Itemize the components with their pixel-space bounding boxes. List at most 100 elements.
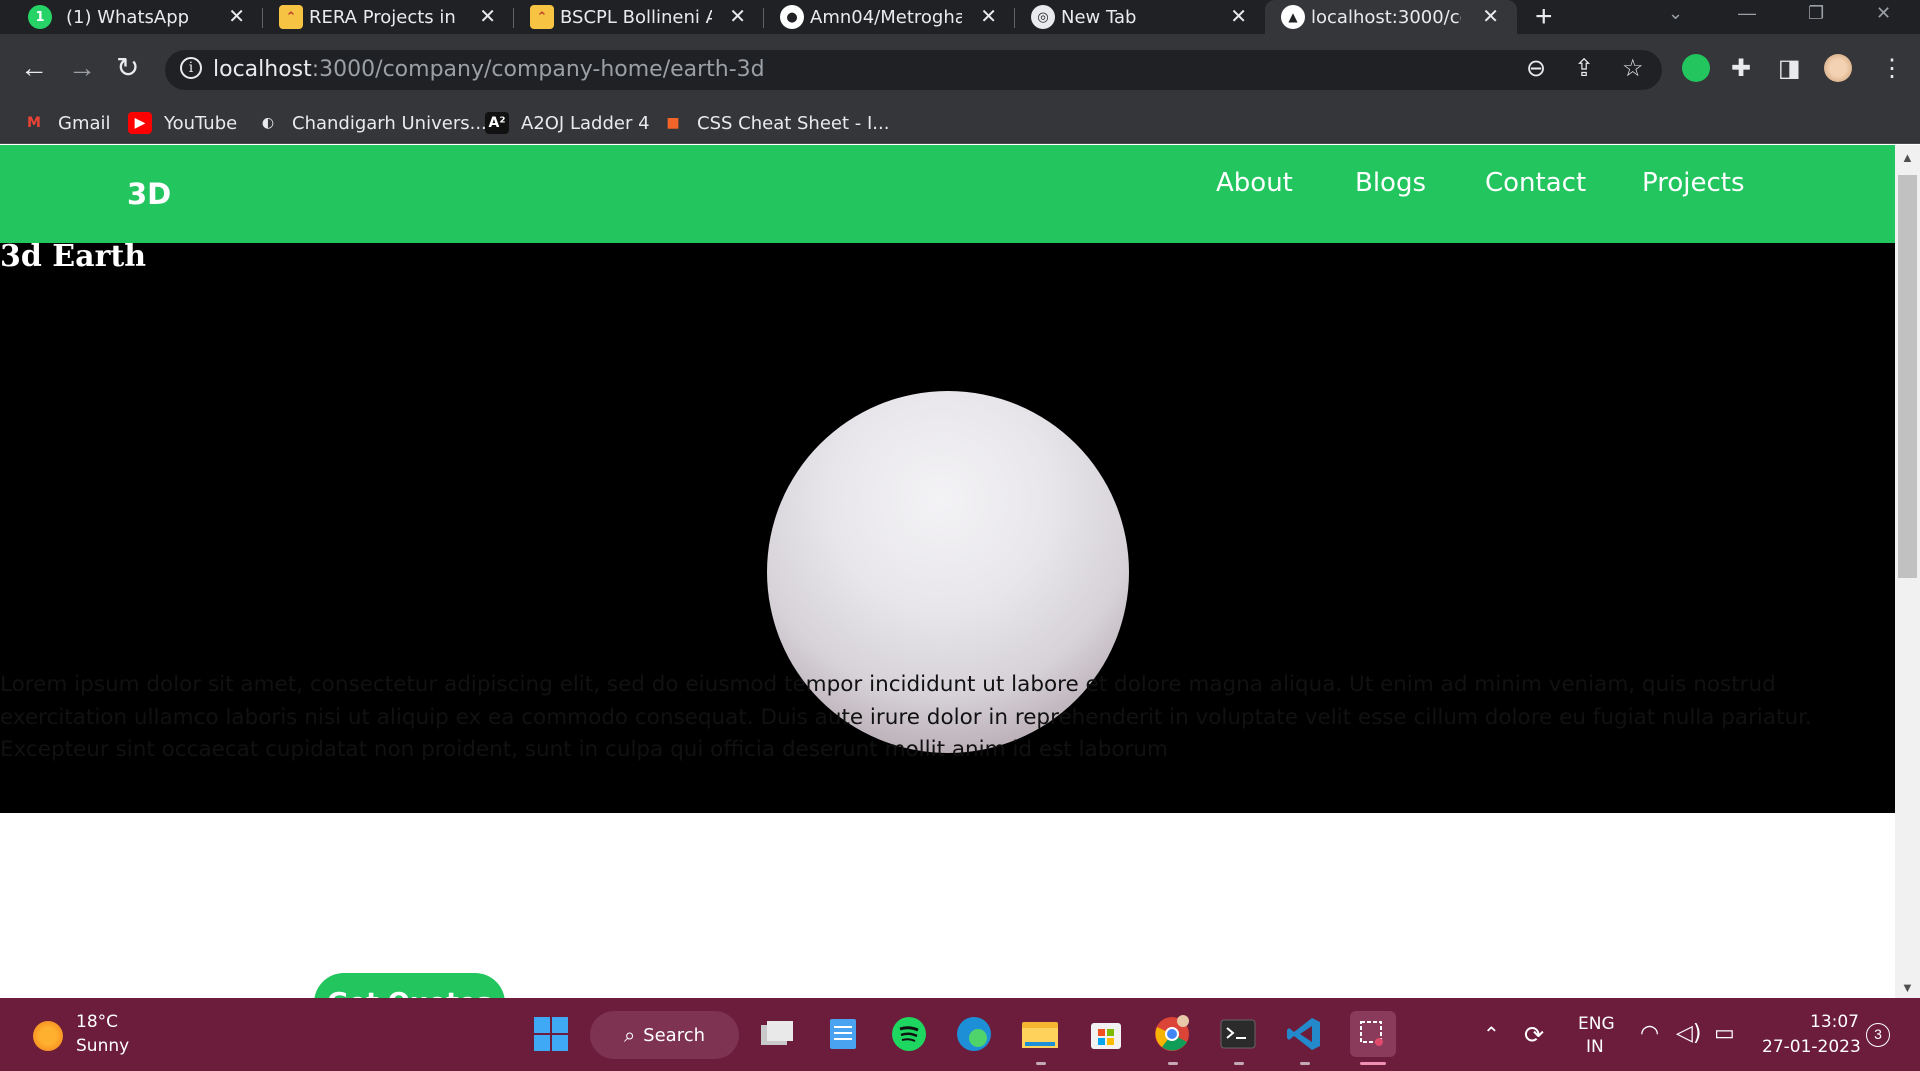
chrome-taskbar-icon[interactable]: [1152, 1014, 1192, 1054]
rera-icon: ⌃: [279, 5, 303, 29]
bookmark-label: YouTube: [164, 112, 238, 134]
close-window-icon[interactable]: ✕: [1876, 0, 1891, 26]
bookmark-css[interactable]: ■ CSS Cheat Sheet - I...: [661, 112, 889, 134]
profile-avatar[interactable]: [1824, 54, 1852, 82]
file-explorer-icon[interactable]: [1020, 1014, 1060, 1054]
get-quotes-button[interactable]: Get Quotes: [314, 973, 505, 998]
bookmark-chandigarh[interactable]: ◐ Chandigarh Univers...: [256, 112, 487, 134]
nav-about[interactable]: About: [1216, 168, 1293, 198]
page-viewport: 3D About Blogs Contact Projects 3d Earth…: [0, 145, 1895, 998]
url-path: :3000/company/company-home/earth-3d: [311, 57, 765, 82]
site-logo[interactable]: 3D: [127, 177, 171, 211]
volume-icon[interactable]: ◁): [1676, 1021, 1702, 1046]
tab-strip: 1 (1) WhatsApp ✕ ⌃ RERA Projects in Ba ✕…: [0, 0, 1920, 34]
weather-desc[interactable]: Sunny: [76, 1036, 129, 1056]
weather-temp[interactable]: 18°C: [76, 1012, 118, 1032]
back-icon[interactable]: ←: [20, 52, 48, 84]
body-text: Lorem ipsum dolor sit amet, consectetur …: [0, 672, 1812, 762]
store-icon[interactable]: [1086, 1014, 1126, 1054]
share-icon[interactable]: ⇪: [1574, 56, 1594, 82]
youtube-icon: ▶: [128, 112, 152, 134]
bookmark-gmail[interactable]: M Gmail: [22, 112, 110, 134]
close-tab-icon[interactable]: ✕: [729, 4, 746, 28]
running-indicator: [1300, 1062, 1310, 1065]
tab-bscpl[interactable]: ⌃ BSCPL Bollineni Ast ✕: [514, 0, 764, 34]
bookmark-star-icon[interactable]: ☆: [1622, 56, 1644, 82]
nav-blogs[interactable]: Blogs: [1355, 168, 1426, 198]
running-indicator: [1168, 1062, 1178, 1065]
tab-whatsapp[interactable]: 1 (1) WhatsApp ✕: [0, 0, 263, 34]
globe-icon: ◐: [261, 115, 275, 131]
tab-title: RERA Projects in Ba: [309, 6, 461, 28]
sun-icon[interactable]: [33, 1021, 63, 1051]
running-indicator: [1234, 1062, 1244, 1065]
github-icon: ●: [780, 5, 804, 29]
notepad-icon[interactable]: [823, 1014, 863, 1054]
running-indicator: [1036, 1062, 1046, 1065]
task-view-icon[interactable]: [757, 1014, 797, 1054]
taskbar-search[interactable]: ⌕ Search: [590, 1011, 739, 1059]
wifi-icon[interactable]: ◠: [1640, 1021, 1659, 1046]
page-title: 3d Earth: [0, 239, 147, 274]
chrome-icon: ◎: [1031, 5, 1055, 29]
forward-icon[interactable]: →: [68, 52, 96, 84]
tab-new-tab[interactable]: ◎ New Tab ✕: [1015, 0, 1265, 34]
site-info-icon[interactable]: i: [180, 57, 202, 79]
windows-start-icon[interactable]: [531, 1014, 571, 1054]
new-tab-button[interactable]: +: [1535, 0, 1553, 34]
tab-title: BSCPL Bollineni Ast: [560, 6, 712, 28]
tab-title: Amn04/Metroghar:: [810, 6, 962, 28]
nav-projects[interactable]: Projects: [1642, 168, 1745, 198]
bookmark-youtube[interactable]: ▶ YouTube: [128, 112, 237, 134]
close-tab-icon[interactable]: ✕: [228, 4, 245, 28]
gift-icon: ■: [666, 115, 680, 131]
tab-localhost[interactable]: ▲ localhost:3000/com ✕: [1265, 0, 1517, 34]
site-navbar: 3D About Blogs Contact Projects: [0, 145, 1895, 243]
gmail-icon: M: [27, 115, 41, 131]
notification-badge[interactable]: 3: [1866, 1023, 1890, 1047]
search-label: Search: [643, 1024, 706, 1046]
close-tab-icon[interactable]: ✕: [980, 4, 997, 28]
extension-green-icon[interactable]: [1682, 54, 1710, 82]
tab-search-icon[interactable]: ⌄: [1668, 0, 1683, 26]
scroll-up-icon[interactable]: ▲: [1901, 150, 1914, 165]
search-icon: ⌕: [623, 1023, 636, 1047]
tab-rera[interactable]: ⌃ RERA Projects in Ba ✕: [263, 0, 514, 34]
close-tab-icon[interactable]: ✕: [1482, 4, 1499, 28]
reload-icon[interactable]: ↻: [116, 52, 139, 84]
clock-time[interactable]: 13:07: [1810, 1012, 1859, 1032]
language-bottom[interactable]: IN: [1586, 1037, 1604, 1057]
scroll-down-icon[interactable]: ▼: [1901, 980, 1914, 995]
zoom-icon[interactable]: ⊖: [1526, 56, 1546, 82]
minimize-icon[interactable]: —: [1738, 0, 1756, 26]
vscode-icon[interactable]: [1284, 1014, 1324, 1054]
restore-icon[interactable]: ❐: [1808, 0, 1824, 26]
scrollbar-thumb[interactable]: [1898, 175, 1917, 578]
tab-title: (1) WhatsApp: [66, 6, 190, 28]
a2oj-icon: A²: [485, 112, 509, 134]
active-indicator: [1360, 1062, 1386, 1065]
clock-date[interactable]: 27-01-2023: [1762, 1037, 1861, 1057]
close-tab-icon[interactable]: ✕: [1230, 4, 1247, 28]
spotify-icon[interactable]: [889, 1014, 929, 1054]
extensions-puzzle-icon[interactable]: ✚: [1731, 56, 1751, 82]
bookmark-a2oj[interactable]: A² A2OJ Ladder 4: [485, 112, 650, 134]
edge-icon[interactable]: [954, 1014, 994, 1054]
battery-icon[interactable]: ▭: [1714, 1021, 1735, 1046]
vercel-icon: ▲: [1281, 5, 1305, 29]
terminal-icon[interactable]: [1218, 1014, 1258, 1054]
bookmark-label: Chandigarh Univers...: [292, 112, 487, 134]
language-top[interactable]: ENG: [1578, 1014, 1615, 1034]
snipping-tool-icon[interactable]: [1350, 1011, 1396, 1057]
tab-github[interactable]: ● Amn04/Metroghar: ✕: [764, 0, 1015, 34]
chevron-up-icon[interactable]: ⌃: [1483, 1022, 1500, 1046]
bscpl-icon: ⌃: [530, 5, 554, 29]
menu-kebab-icon[interactable]: ⋮: [1880, 56, 1904, 82]
sync-icon[interactable]: ⟳: [1524, 1021, 1544, 1049]
tab-title: New Tab: [1061, 6, 1137, 28]
url-text[interactable]: localhost:3000/company/company-home/eart…: [213, 57, 765, 82]
url-host: localhost: [213, 57, 312, 82]
side-panel-icon[interactable]: ◨: [1778, 56, 1801, 82]
close-tab-icon[interactable]: ✕: [479, 4, 496, 28]
nav-contact[interactable]: Contact: [1485, 168, 1586, 198]
